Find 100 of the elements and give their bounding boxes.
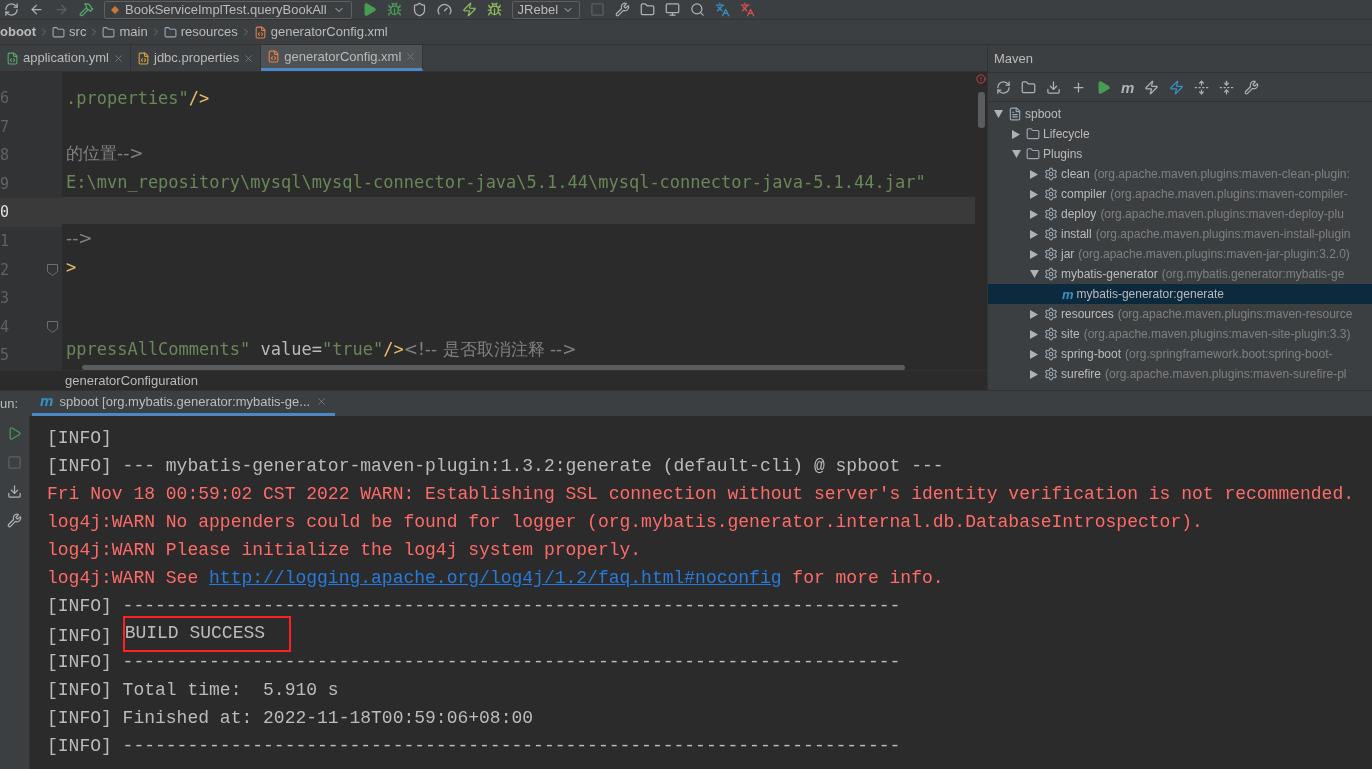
tree-label: jar xyxy=(1061,246,1075,263)
plugin-coordinates: (org.apache.maven.plugins:maven-clean-plugin: xyxy=(1093,166,1350,183)
tree-label: spring-boot xyxy=(1061,346,1122,363)
tag-path[interactable]: generatorConfiguration xyxy=(65,370,198,391)
folder-icon[interactable] xyxy=(1021,79,1036,95)
editor-tab[interactable]: generatorConfig.xml xyxy=(261,45,424,71)
folder-icon xyxy=(52,25,66,39)
collapse-arrow-icon[interactable] xyxy=(1012,129,1020,139)
breadcrumb-item[interactable]: src xyxy=(69,22,87,42)
console-line: log4j:WARN No appenders could be found for logger (org.mybatis.generator.internal.db.DatabaseIntrospector). xyxy=(47,511,1204,534)
console-line: Fri Nov 18 00:59:02 CST 2022 WARN: Establishing SSL connection without server's identity verification is not recommended. xyxy=(47,483,1355,506)
maven-goal-icon: m xyxy=(1062,287,1074,301)
plugin-coordinates: (org.apache.maven.plugins:maven-jar-plugin:3.2.0) xyxy=(1078,246,1350,263)
settings-icon[interactable] xyxy=(1244,79,1260,95)
collapse-all-icon[interactable] xyxy=(1219,79,1235,95)
tree-label: site xyxy=(1061,326,1080,343)
expand-arrow-icon[interactable] xyxy=(1030,270,1039,278)
plugin-coordinates: (org.apache.maven.plugins:maven-surefire-pl xyxy=(1105,366,1347,383)
expand-all-icon[interactable] xyxy=(1194,79,1210,95)
tree-label: resources xyxy=(1061,306,1114,323)
breadcrumb-item[interactable]: generatorConfig.xml xyxy=(270,22,388,42)
console-line: [INFO] ------------------------------------------------------------------------ xyxy=(47,735,902,758)
build-icon[interactable] xyxy=(79,2,94,17)
plugin-icon xyxy=(1044,227,1058,241)
tree-item[interactable]: surefire (org.apache.maven.plugins:maven-surefire-pl xyxy=(988,364,1372,384)
plugin-icon xyxy=(1044,327,1058,341)
expand-arrow-icon[interactable] xyxy=(1012,150,1021,158)
breadcrumb-item[interactable]: resources xyxy=(180,22,238,42)
plugin-icon xyxy=(1044,347,1058,361)
tree-item[interactable]: site (org.apache.maven.plugins:maven-site-plugin:3.3) xyxy=(988,324,1372,344)
tree-label: clean xyxy=(1061,166,1090,183)
xml-file-icon xyxy=(253,25,267,39)
lightning-icon[interactable] xyxy=(1169,79,1185,95)
tree-item[interactable]: spboot xyxy=(988,104,1372,124)
tree-item[interactable]: jar (org.apache.maven.plugins:maven-jar-plugin:3.2.0) xyxy=(988,244,1372,264)
gutter-row: 0 xyxy=(0,198,62,227)
tree-item[interactable]: install (org.apache.maven.plugins:maven-install-plugin xyxy=(988,224,1372,244)
console-line: log4j:WARN Please initialize the log4j system properly. xyxy=(47,539,643,562)
tree-item[interactable]: m mybatis-generator:generate xyxy=(988,284,1372,304)
tree-item[interactable]: compiler (org.apache.maven.plugins:maven-compiler- xyxy=(988,184,1372,204)
download-icon[interactable] xyxy=(1046,79,1061,95)
fold-icon[interactable] xyxy=(47,263,58,276)
settings-icon[interactable] xyxy=(7,513,22,528)
debug-icon[interactable] xyxy=(386,2,402,17)
plugin-icon xyxy=(1044,267,1058,281)
tree-item[interactable]: deploy (org.apache.maven.plugins:maven-deploy-plu xyxy=(988,204,1372,224)
tree-label: mybatis-generator:generate xyxy=(1076,286,1224,303)
tree-label: deploy xyxy=(1061,206,1097,223)
reload-icon[interactable] xyxy=(996,79,1011,95)
vertical-scrollbar[interactable] xyxy=(977,92,985,128)
tree-label: compiler xyxy=(1061,186,1107,203)
maven-goal-icon: m xyxy=(40,390,54,413)
maven-goal-icon[interactable]: m xyxy=(1121,79,1135,95)
doc-link[interactable]: http://logging.apache.org/log4j/1.2/faq.html#noconfig xyxy=(209,568,782,588)
diamond-icon xyxy=(111,5,119,14)
tree-item[interactable]: mybatis-generator (org.mybatis.generator:mybatis-ge xyxy=(988,264,1372,284)
wrench-icon[interactable] xyxy=(615,2,631,17)
jrebel-dropdown[interactable]: JRebel xyxy=(511,0,581,19)
add-icon[interactable] xyxy=(1071,79,1086,95)
sync-icon[interactable] xyxy=(4,2,19,17)
tree-label: spboot xyxy=(1025,106,1062,123)
tree-label: install xyxy=(1061,226,1092,243)
run-icon[interactable] xyxy=(1096,79,1111,95)
plugin-coordinates: (org.springframework.boot:spring-boot- xyxy=(1125,346,1333,363)
plugin-coordinates: (org.apache.maven.plugins:maven-compiler- xyxy=(1110,186,1348,203)
fold-icon[interactable] xyxy=(47,321,58,334)
breadcrumb-item[interactable]: oboot xyxy=(0,22,37,42)
plugin-coordinates: (org.apache.maven.plugins:maven-install-plugin xyxy=(1095,226,1351,243)
folder-icon xyxy=(163,25,177,39)
console-line: [INFO] ------------------------------------------------------------------------ xyxy=(47,595,902,618)
rerun-icon[interactable] xyxy=(7,426,22,441)
console-line: [INFO] ------------------------------------------------------------------------ xyxy=(47,651,902,674)
plugin-coordinates: (org.apache.maven.plugins:maven-deploy-plu xyxy=(1100,206,1344,223)
editor-tab[interactable]: application.yml xyxy=(0,45,131,71)
file-icon xyxy=(267,50,281,63)
console-line: [INFO] xyxy=(47,427,113,450)
tree-item[interactable]: clean (org.apache.maven.plugins:maven-clean-plugin: xyxy=(988,164,1372,184)
back-icon[interactable] xyxy=(29,2,44,17)
tree-item[interactable]: Plugins xyxy=(988,144,1372,164)
plugin-coordinates: (org.apache.maven.plugins:maven-resource xyxy=(1117,306,1353,323)
run-icon[interactable] xyxy=(361,2,377,17)
breadcrumb-item[interactable]: main xyxy=(119,22,148,42)
search-icon[interactable] xyxy=(690,2,706,17)
run-label: un: xyxy=(0,394,19,413)
horizontal-scrollbar[interactable] xyxy=(82,364,905,370)
file-icon xyxy=(137,51,150,65)
translate-icon[interactable] xyxy=(740,2,756,17)
run-tab[interactable]: m spboot [org.mybatis.generator:mybatis-ge... xyxy=(32,390,336,416)
tree-item[interactable]: Lifecycle xyxy=(988,124,1372,144)
plugin-icon xyxy=(1044,207,1058,221)
plugin-coordinates: (org.mybatis.generator:mybatis-ge xyxy=(1161,266,1345,283)
tree-item[interactable]: spring-boot (org.springframework.boot:spring-boot- xyxy=(988,344,1372,364)
tree-label: Plugins xyxy=(1043,146,1083,163)
translate-icon[interactable] xyxy=(715,2,731,17)
tree-item[interactable]: resources (org.apache.maven.plugins:maven-resource xyxy=(988,304,1372,324)
run-config-dropdown[interactable]: BookServiceImplTest.queryBookAll xyxy=(104,0,352,19)
expand-arrow-icon[interactable] xyxy=(994,110,1003,118)
folder-icon xyxy=(102,25,116,39)
console-line: [INFO] --- mybatis-generator-maven-plugin:1.3.2:generate (default-cli) @ spboot --- xyxy=(47,455,945,478)
plugin-coordinates: (org.apache.maven.plugins:maven-site-plugin:3.3) xyxy=(1083,326,1351,343)
